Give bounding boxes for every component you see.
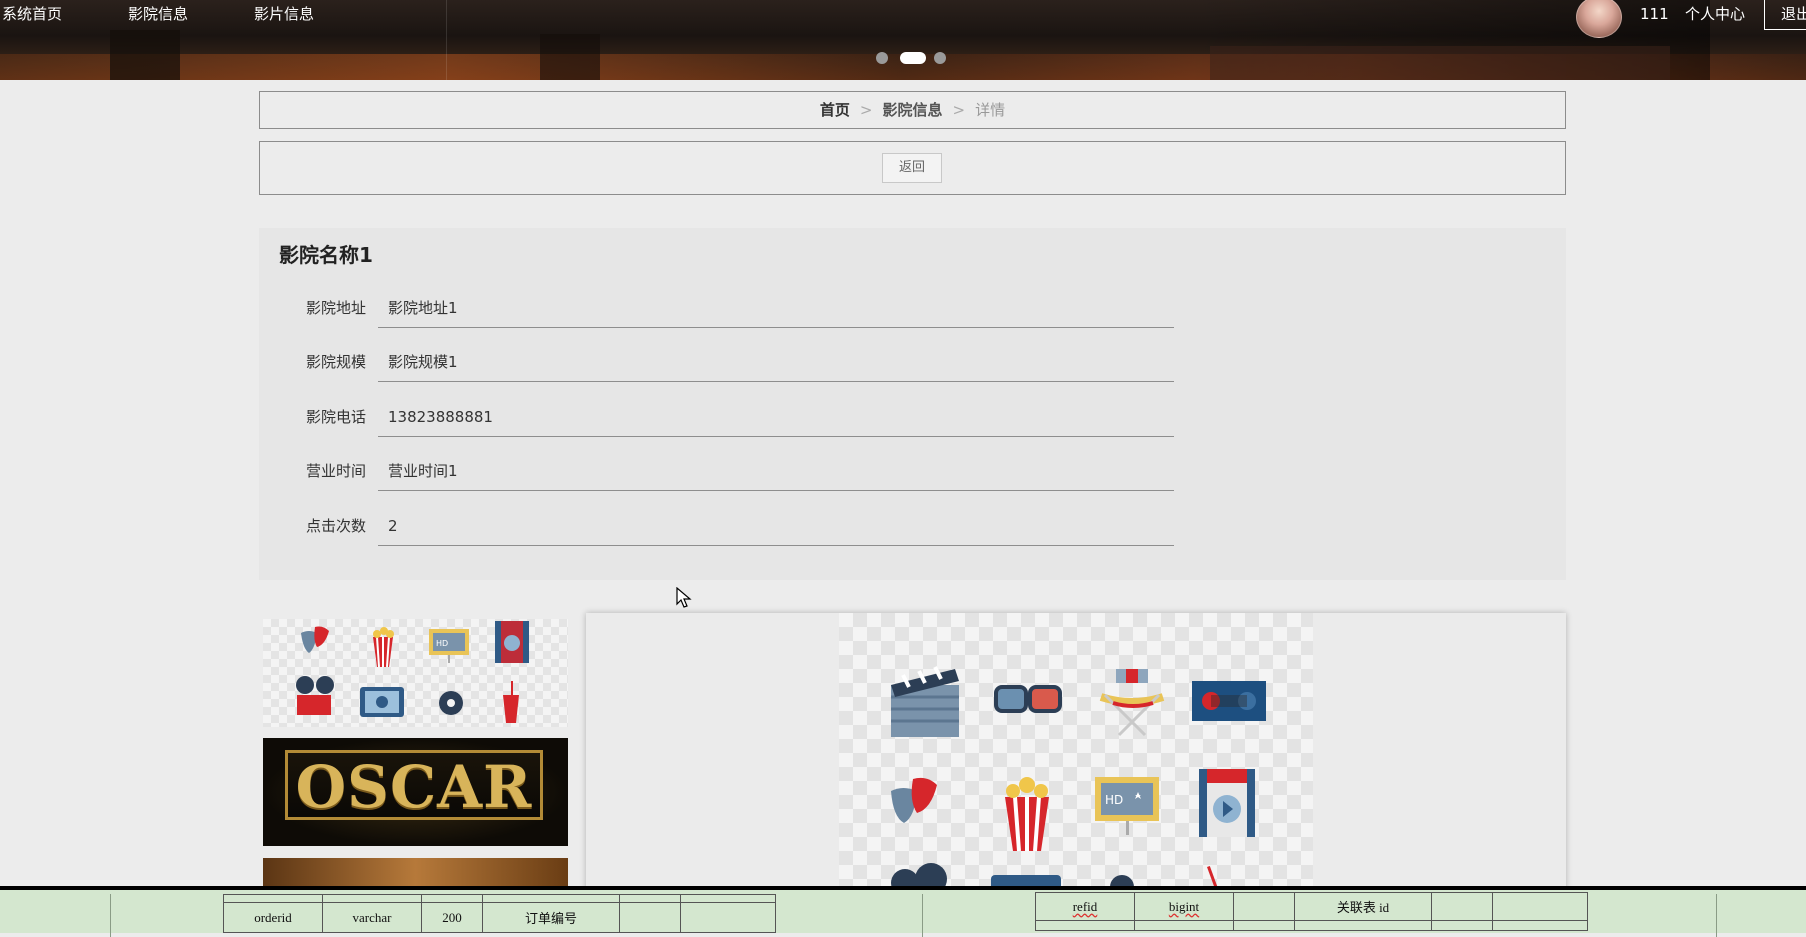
cinema-title: 影院名称1	[279, 243, 373, 267]
document-table-overlay: orderid varchar 200 订单编号 refid bigint 关联…	[0, 886, 1806, 937]
table-cell: 关联表 id	[1294, 892, 1432, 921]
svg-text:HD: HD	[1105, 793, 1123, 807]
table-cell: varchar	[322, 902, 422, 933]
banner-backdrop	[110, 30, 180, 80]
divider	[922, 894, 923, 937]
clapperboard-icon	[891, 666, 959, 737]
breadcrumb-cinema-info[interactable]: 影院信息	[882, 101, 942, 119]
carousel-dot-active[interactable]	[900, 52, 926, 64]
divider	[1716, 894, 1717, 937]
breadcrumb-separator: >	[952, 101, 966, 119]
field-value-address: 影院地址1	[378, 288, 1174, 328]
table-cell	[619, 902, 681, 933]
svg-text:HD: HD	[436, 639, 448, 648]
director-chair-icon	[1099, 669, 1165, 737]
table-cell	[680, 902, 776, 933]
field-value-hours: 营业时间1	[378, 451, 1174, 491]
table-cell: bigint	[1168, 898, 1200, 914]
schma-table-right: refid bigint 关联表 id	[1035, 892, 1588, 931]
hd-screen-icon: HD	[1095, 777, 1159, 835]
breadcrumb-home[interactable]: 首页	[820, 101, 850, 119]
oscar-logo-text: OSCAR	[295, 753, 533, 821]
banner-divider	[446, 0, 447, 80]
oscar-banner: OSCAR	[285, 750, 543, 820]
table-cell: orderid	[223, 902, 323, 933]
user-center-link[interactable]: 个人中心	[1685, 4, 1745, 24]
field-value-clicks: 2	[378, 506, 1174, 546]
field-label: 影院地址	[305, 299, 366, 317]
nav-item-cinema-info[interactable]: 影院信息	[128, 4, 188, 24]
back-bar: 返回	[259, 141, 1566, 195]
field-row-scale: 影院规模 影院规模1	[259, 342, 1566, 382]
field-label: 点击次数	[305, 517, 366, 535]
carousel-dot[interactable]	[934, 52, 946, 64]
mouse-cursor-icon	[676, 587, 692, 608]
nav-item-home[interactable]: 系统首页	[2, 4, 62, 24]
nav-item-movie-info[interactable]: 影片信息	[254, 4, 314, 24]
breadcrumb-detail: 详情	[975, 101, 1006, 119]
main-gallery-image: HD	[586, 613, 1566, 893]
movie-icons-image: HD	[891, 666, 1266, 893]
table-cell: 200	[421, 902, 483, 933]
video-cassette-icon	[1192, 681, 1266, 721]
field-value-scale: 影院规模1	[378, 342, 1174, 382]
cinema-detail-panel: 影院名称1 影院地址 影院地址1 影院规模 影院规模1 影院电话 1382388…	[259, 228, 1566, 580]
table-cell: refid	[1072, 898, 1098, 914]
field-row-phone: 影院电话 13823888881	[259, 397, 1566, 437]
gallery-thumbnail[interactable]	[263, 858, 568, 888]
field-value-phone: 13823888881	[378, 397, 1174, 437]
schema-table-left: orderid varchar 200 订单编号	[223, 894, 776, 933]
3d-glasses-icon	[994, 685, 1062, 713]
breadcrumb: 首页 > 影院信息 > 详情	[259, 91, 1566, 129]
theater-masks-icon	[891, 777, 937, 823]
field-row-hours: 营业时间 营业时间1	[259, 451, 1566, 491]
banner-backdrop	[1210, 46, 1670, 80]
top-nav-banner: 系统首页 影院信息 影片信息 111 个人中心 退出	[0, 0, 1806, 80]
field-label: 影院电话	[305, 408, 366, 426]
popcorn-icon	[1005, 777, 1049, 852]
field-row-address: 影院地址 影院地址1	[259, 288, 1566, 328]
film-strip-icon	[1199, 769, 1255, 837]
field-row-clicks: 点击次数 2	[259, 506, 1566, 546]
movie-icons-thumbnail: HD	[296, 621, 529, 723]
logout-button[interactable]: 退出	[1764, 0, 1806, 30]
gallery-thumbnail[interactable]: HD	[263, 619, 568, 727]
carousel-dot[interactable]	[876, 52, 888, 64]
gallery-thumbnail[interactable]: OSCAR	[263, 738, 568, 846]
divider	[110, 894, 111, 937]
field-label: 营业时间	[305, 462, 366, 480]
field-label: 影院规模	[305, 353, 366, 371]
user-name: 111	[1640, 5, 1669, 23]
back-button[interactable]: 返回	[882, 153, 942, 183]
table-cell: 订单编号	[482, 902, 620, 933]
banner-backdrop	[540, 34, 600, 80]
breadcrumb-separator: >	[859, 101, 873, 119]
